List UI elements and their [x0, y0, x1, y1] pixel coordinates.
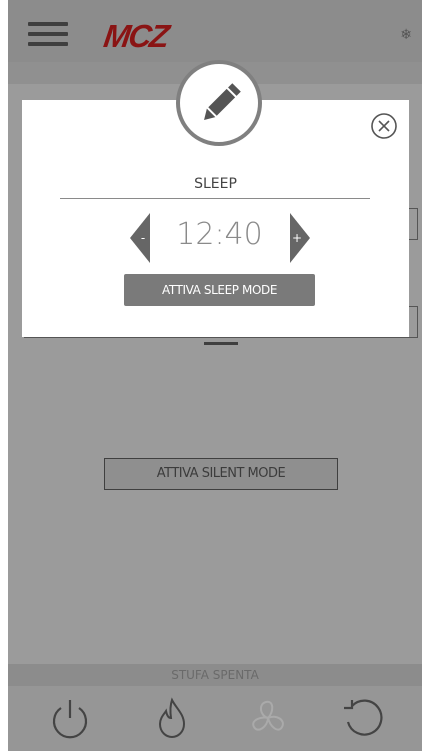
- edit-badge: [176, 60, 262, 146]
- top-bar: MCZ ❄: [8, 0, 422, 62]
- fan-icon[interactable]: [246, 696, 290, 740]
- increase-time-button[interactable]: +: [290, 213, 310, 263]
- power-icon[interactable]: [48, 696, 92, 740]
- snowflake-icon: ❄: [400, 26, 412, 42]
- increment-glyph: +: [292, 231, 302, 245]
- modal-title: SLEEP: [194, 176, 237, 192]
- title-divider: [60, 198, 370, 199]
- menu-icon[interactable]: [28, 22, 68, 46]
- brand-logo: MCZ: [101, 18, 170, 54]
- sleep-mode-button[interactable]: ATTIVA SLEEP MODE: [124, 274, 315, 306]
- flame-icon[interactable]: [150, 696, 194, 740]
- stove-status: STUFA SPENTA: [8, 664, 422, 686]
- sleep-time-value: 12:40: [176, 217, 263, 252]
- decrement-glyph: -: [141, 231, 145, 245]
- decrease-time-button[interactable]: -: [130, 213, 150, 263]
- background-divider: [204, 342, 238, 345]
- refresh-icon[interactable]: [340, 696, 384, 740]
- silent-mode-button[interactable]: ATTIVA SILENT MODE: [104, 458, 338, 490]
- bottom-nav: [8, 686, 422, 751]
- close-icon[interactable]: [369, 111, 399, 141]
- pencil-icon: [204, 83, 241, 120]
